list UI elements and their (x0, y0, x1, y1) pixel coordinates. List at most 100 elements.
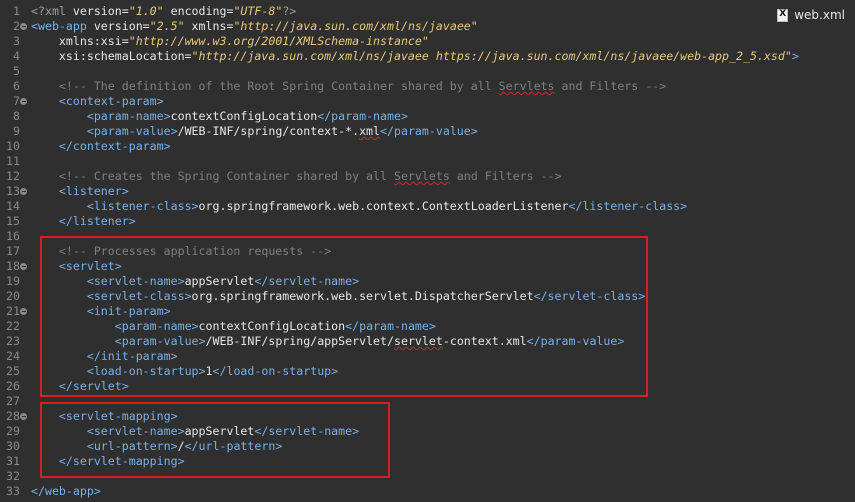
code-token: <listener> (58, 184, 129, 198)
line-number: 32 (6, 469, 20, 483)
line-number: 5 (13, 64, 20, 78)
code-line[interactable]: 1 <?xml version="1.0" encoding="UTF-8"?> (0, 4, 855, 19)
line-number: 18 (6, 259, 20, 273)
code-token: "http://www.w3.org/2001/XMLSchema-instan… (128, 34, 429, 48)
line-number: 31 (6, 454, 20, 468)
code-token: </param-name> (317, 109, 408, 123)
code-token: /WEB-INF/spring/context-*. (177, 124, 360, 138)
line-number: 19 (6, 274, 20, 288)
line-code: <web-app version="2.5" xmlns="http://jav… (31, 19, 478, 34)
line-code: <!-- The definition of the Root Spring C… (31, 79, 666, 94)
code-line[interactable]: 5 (0, 64, 855, 79)
code-token: <!-- The definition of the Root Spring C… (58, 79, 499, 93)
fold-collapse-icon[interactable] (20, 188, 27, 195)
line-code: <param-name>contextConfigLocation</param… (31, 109, 408, 124)
line-number: 2 (13, 19, 20, 33)
line-code: <param-value>/WEB-INF/spring/context-*.x… (31, 124, 478, 139)
code-token: encoding= (163, 4, 234, 18)
code-editor[interactable]: 1 <?xml version="1.0" encoding="UTF-8"?> 2… (0, 0, 855, 502)
line-number: 16 (6, 229, 20, 243)
line-code: xsi:schemaLocation="http://java.sun.com/… (31, 49, 799, 64)
code-token: Servlets (498, 79, 555, 93)
highlight-box-servlet (40, 236, 648, 397)
line-number: 12 (6, 169, 20, 183)
line-number: 9 (13, 124, 20, 138)
line-number: 14 (6, 199, 20, 213)
code-token: xml (359, 124, 381, 138)
code-token: </context-param> (58, 139, 171, 153)
line-number: 13 (6, 184, 20, 198)
line-code: <listener-class>org.springframework.web.… (31, 199, 687, 214)
line-number: 26 (6, 379, 20, 393)
code-token: <web-app (31, 19, 87, 33)
line-number: 28 (6, 409, 20, 423)
code-token: xsi:schemaLocation= (58, 49, 192, 63)
code-token: and Filters --> (449, 169, 562, 183)
code-line[interactable]: 7 <context-param> (0, 94, 855, 109)
code-line[interactable]: 33 </web-app> (0, 484, 855, 499)
code-token: ?> (282, 4, 297, 18)
line-code: </context-param> (31, 139, 171, 154)
line-number: 3 (13, 34, 20, 48)
editor-tab-web-xml[interactable]: web.xml (777, 7, 845, 23)
code-token: version= (86, 19, 150, 33)
fold-collapse-icon[interactable] (20, 23, 27, 30)
fold-collapse-icon[interactable] (20, 413, 27, 420)
code-token: "2.5" (149, 19, 185, 33)
line-code: <!-- Creates the Spring Container shared… (31, 169, 562, 184)
line-number: 11 (6, 154, 20, 168)
code-line[interactable]: 10 </context-param> (0, 139, 855, 154)
fold-collapse-icon[interactable] (20, 308, 27, 315)
code-token: version= (65, 4, 129, 18)
line-number: 24 (6, 349, 20, 363)
code-token: <param-name> (86, 109, 171, 123)
code-line[interactable]: 2 <web-app version="2.5" xmlns="http://ja… (0, 19, 855, 34)
line-number: 21 (6, 304, 20, 318)
xml-file-icon (777, 8, 789, 22)
code-token: <param-value> (86, 124, 178, 138)
line-number: 33 (6, 484, 20, 498)
code-line[interactable]: 9 <param-value>/WEB-INF/spring/context-*… (0, 124, 855, 139)
line-number: 6 (13, 79, 20, 93)
line-number: 29 (6, 424, 20, 438)
code-token: > (791, 49, 799, 63)
line-code: </web-app> (31, 484, 101, 499)
code-token: </listener> (58, 214, 136, 228)
code-line[interactable]: 4 xsi:schemaLocation="http://java.sun.co… (0, 49, 855, 64)
code-line[interactable]: 8 <param-name>contextConfigLocation</par… (0, 109, 855, 124)
line-number: 20 (6, 289, 20, 303)
code-token: <listener-class> (86, 199, 199, 213)
code-token: "UTF-8" (233, 4, 283, 18)
code-token: "http://java.sun.com/xml/ns/javaee" (233, 19, 478, 33)
code-token: org.springframework.web.context.ContextL… (198, 199, 569, 213)
line-number: 30 (6, 439, 20, 453)
line-code: </listener> (31, 214, 136, 229)
code-line[interactable]: 14 <listener-class>org.springframework.w… (0, 199, 855, 214)
fold-collapse-icon[interactable] (20, 263, 27, 270)
code-token: xmlns= (184, 19, 234, 33)
line-number: 1 (13, 4, 20, 18)
code-line[interactable]: 11 (0, 154, 855, 169)
code-token: </param-value> (380, 124, 478, 138)
line-code: xmlns:xsi="http://www.w3.org/2001/XMLSch… (31, 34, 429, 49)
highlight-box-servlet-mapping (40, 402, 390, 478)
code-line[interactable]: 13 <listener> (0, 184, 855, 199)
code-line[interactable]: 6 <!-- The definition of the Root Spring… (0, 79, 855, 94)
line-number: 4 (13, 49, 20, 63)
code-token: <!-- Creates the Spring Container shared… (58, 169, 394, 183)
line-number: 27 (6, 394, 20, 408)
line-number: 15 (6, 214, 20, 228)
code-token: Servlets (393, 169, 450, 183)
code-token: contextConfigLocation (170, 109, 318, 123)
code-line[interactable]: 12 <!-- Creates the Spring Container sha… (0, 169, 855, 184)
code-token: and Filters --> (554, 79, 667, 93)
code-token: "1.0" (128, 4, 164, 18)
code-token: <context-param> (58, 94, 164, 108)
line-code: <listener> (31, 184, 129, 199)
code-line[interactable]: 15 </listener> (0, 214, 855, 229)
code-line[interactable]: 3 xmlns:xsi="http://www.w3.org/2001/XMLS… (0, 34, 855, 49)
code-token: "http://java.sun.com/xml/ns/javaee https… (191, 49, 792, 63)
code-token: xmlns:xsi= (58, 34, 129, 48)
code-token: </web-app> (31, 484, 101, 498)
fold-collapse-icon[interactable] (20, 98, 27, 105)
